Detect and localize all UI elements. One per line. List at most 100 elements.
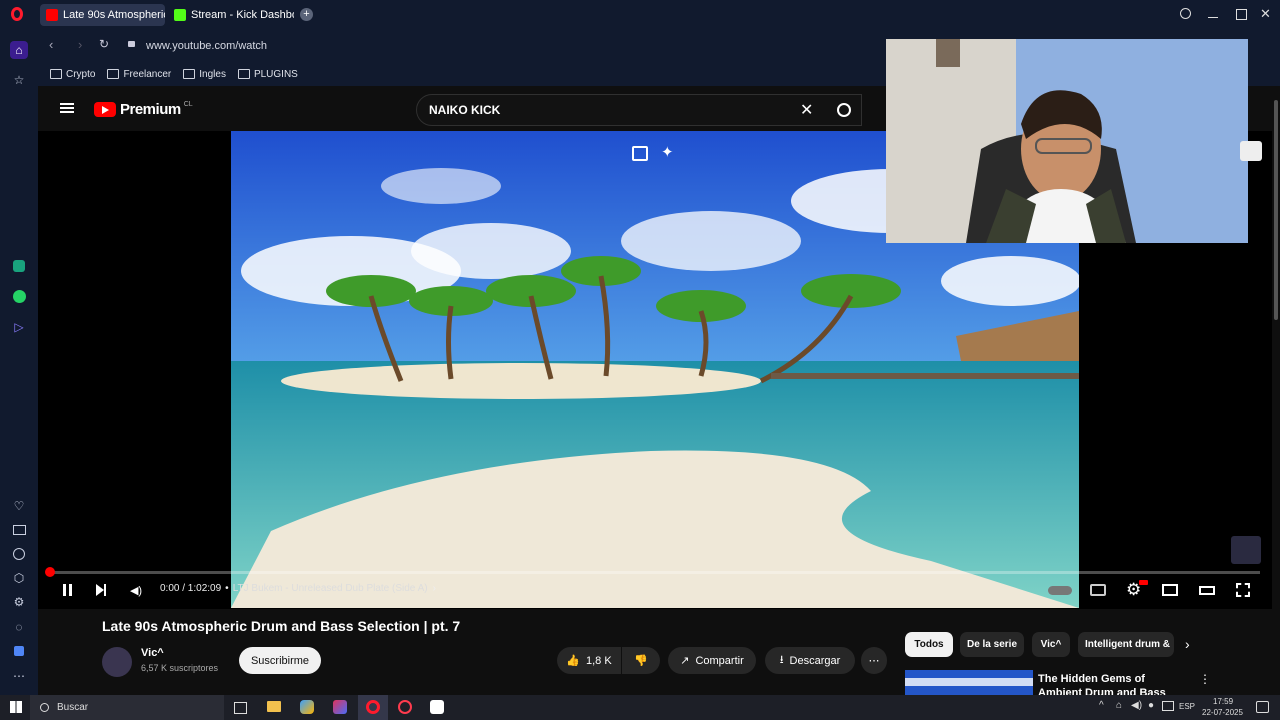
speaker-icon[interactable]: ◀): [1131, 700, 1142, 711]
browser-tab-bar: Late 90s Atmospheric Dru Stream - Kick D…: [0, 0, 1280, 30]
page-scrollbar[interactable]: [1274, 100, 1278, 320]
more-horizontal-icon: ⋯: [868, 655, 880, 667]
tab-youtube[interactable]: Late 90s Atmospheric Dru: [40, 4, 165, 26]
reload-button[interactable]: ↻: [99, 37, 109, 51]
task-view-icon[interactable]: [234, 702, 247, 714]
youtube-favicon-icon: [46, 9, 58, 21]
search-tabs-icon[interactable]: [1180, 8, 1191, 19]
theater-mode-button[interactable]: [1199, 586, 1215, 595]
pause-button[interactable]: [58, 580, 76, 600]
bookmark-plugins[interactable]: PLUGINS: [237, 69, 298, 80]
display-icon[interactable]: [1162, 701, 1174, 711]
capcut-icon[interactable]: [430, 700, 444, 714]
next-button[interactable]: [92, 580, 110, 600]
heart-icon[interactable]: ♡: [10, 497, 28, 515]
separator-dot: •: [225, 583, 229, 594]
whatsapp-icon[interactable]: [10, 287, 28, 305]
bookmark-ingles[interactable]: Ingles: [183, 69, 226, 80]
new-tab-button[interactable]: +: [300, 8, 313, 21]
chevron-right-icon[interactable]: ›: [433, 583, 436, 594]
like-count: 1,8 K: [586, 654, 612, 667]
file-explorer-icon[interactable]: [267, 701, 281, 712]
forward-button[interactable]: ›: [78, 37, 82, 52]
share-label: Compartir: [695, 654, 744, 667]
progress-scrubber[interactable]: [45, 567, 55, 577]
autoplay-toggle[interactable]: [1048, 586, 1072, 595]
youtube-logo[interactable]: Premium CL: [94, 101, 193, 118]
lightbulb-icon[interactable]: ◌: [10, 618, 28, 636]
clear-search-icon[interactable]: ✕: [800, 100, 813, 120]
windows-taskbar: Buscar ^ ⌂ ◀) ● ESP 17:59 22-07-2025: [0, 695, 1280, 720]
clock-time[interactable]: 17:59: [1213, 697, 1233, 706]
opera-taskbar-icon[interactable]: [358, 695, 388, 720]
language-indicator[interactable]: ESP: [1179, 702, 1195, 711]
cast-icon[interactable]: [632, 146, 648, 161]
channel-name[interactable]: Vic^: [141, 647, 164, 659]
app-icon[interactable]: [333, 700, 347, 714]
star-icon[interactable]: ☆: [10, 71, 28, 89]
webcam-overlay: [886, 39, 1248, 243]
opera-gx-icon[interactable]: [398, 700, 412, 714]
opera-logo-icon[interactable]: [11, 7, 23, 21]
folder-icon: [237, 69, 250, 79]
chatgpt-icon[interactable]: [10, 257, 28, 275]
chip-all[interactable]: Todos: [905, 632, 953, 657]
minimize-button[interactable]: [1208, 17, 1218, 18]
microphone-icon[interactable]: ●: [1148, 700, 1154, 711]
chapter-title[interactable]: LTJ Bukem - Unreleased Dub Plate (Side A…: [233, 583, 428, 594]
hd-badge: [1139, 580, 1148, 585]
share-button[interactable]: ↗ Compartir: [668, 647, 756, 674]
notifications-icon[interactable]: [1256, 701, 1269, 713]
maximize-button[interactable]: [1236, 9, 1247, 20]
more-actions-button[interactable]: ⋯: [861, 647, 887, 674]
recommendation-title[interactable]: The Hidden Gems of Ambient Drum and Bass: [1038, 672, 1188, 695]
recommendation-menu-icon[interactable]: ⋮: [1199, 672, 1211, 686]
bookmark-freelancer[interactable]: Freelancer: [107, 69, 171, 80]
chips-next-icon[interactable]: ›: [1185, 636, 1190, 652]
chip-channel[interactable]: Vic^: [1032, 632, 1070, 657]
settings-icon[interactable]: ⚙: [10, 593, 28, 611]
history-icon[interactable]: [10, 545, 28, 563]
chip-label: Vic^: [1040, 639, 1062, 650]
tabs-icon[interactable]: [10, 521, 28, 539]
download-button[interactable]: ⭳ Descargar: [765, 647, 855, 674]
subtitles-button[interactable]: [1090, 584, 1106, 596]
clock-date[interactable]: 22-07-2025: [1202, 708, 1243, 717]
more-icon[interactable]: ⋯: [10, 667, 28, 685]
tab-label: Late 90s Atmospheric Dru: [63, 9, 165, 21]
progress-bar[interactable]: [48, 571, 1260, 574]
chip-series[interactable]: De la serie: [960, 632, 1024, 657]
sparkle-icon[interactable]: ✦: [661, 143, 674, 161]
channel-watermark-avatar[interactable]: [1231, 536, 1261, 564]
search-input[interactable]: NAIKO KICK: [416, 94, 862, 126]
subscriber-count: 6,57 K suscriptores: [141, 663, 219, 673]
close-window-button[interactable]: ✕: [1260, 6, 1271, 22]
extensions-icon[interactable]: ⬡: [10, 569, 28, 587]
time-chapter-info: 0:00 / 1:02:09 • LTJ Bukem - Unreleased …: [160, 583, 436, 594]
back-button[interactable]: ‹: [49, 37, 53, 52]
tray-chevron-icon[interactable]: ^: [1099, 700, 1104, 711]
fullscreen-button[interactable]: [1236, 583, 1250, 597]
translate-icon[interactable]: [10, 642, 28, 660]
subscribe-button[interactable]: Suscribirme: [239, 647, 321, 674]
windows-start-icon[interactable]: [10, 701, 22, 713]
like-button[interactable]: 👍 1,8 K: [557, 647, 621, 674]
channel-avatar[interactable]: [102, 647, 132, 677]
volume-button[interactable]: ◀): [127, 580, 145, 600]
tab-kick-dashboard[interactable]: Stream - Kick Dashboard: [168, 4, 294, 26]
copilot-icon[interactable]: [300, 700, 314, 714]
taskbar-search[interactable]: Buscar: [30, 695, 224, 720]
search-icon: [837, 103, 851, 117]
network-icon[interactable]: ⌂: [1116, 700, 1122, 711]
miniplayer-button[interactable]: [1162, 584, 1178, 596]
lock-icon: [128, 41, 135, 47]
home-icon[interactable]: ⌂: [10, 41, 28, 59]
search-button[interactable]: [826, 94, 862, 126]
chip-intelligent-drum[interactable]: Intelligent drum &: [1078, 632, 1174, 657]
dislike-button[interactable]: 👎: [622, 647, 660, 674]
player-icon[interactable]: ▷: [10, 318, 28, 336]
bookmark-crypto[interactable]: Crypto: [50, 69, 95, 80]
recommendation-thumbnail[interactable]: [905, 670, 1033, 695]
menu-icon[interactable]: [60, 103, 74, 113]
player-overlay-icon[interactable]: [1240, 141, 1262, 161]
